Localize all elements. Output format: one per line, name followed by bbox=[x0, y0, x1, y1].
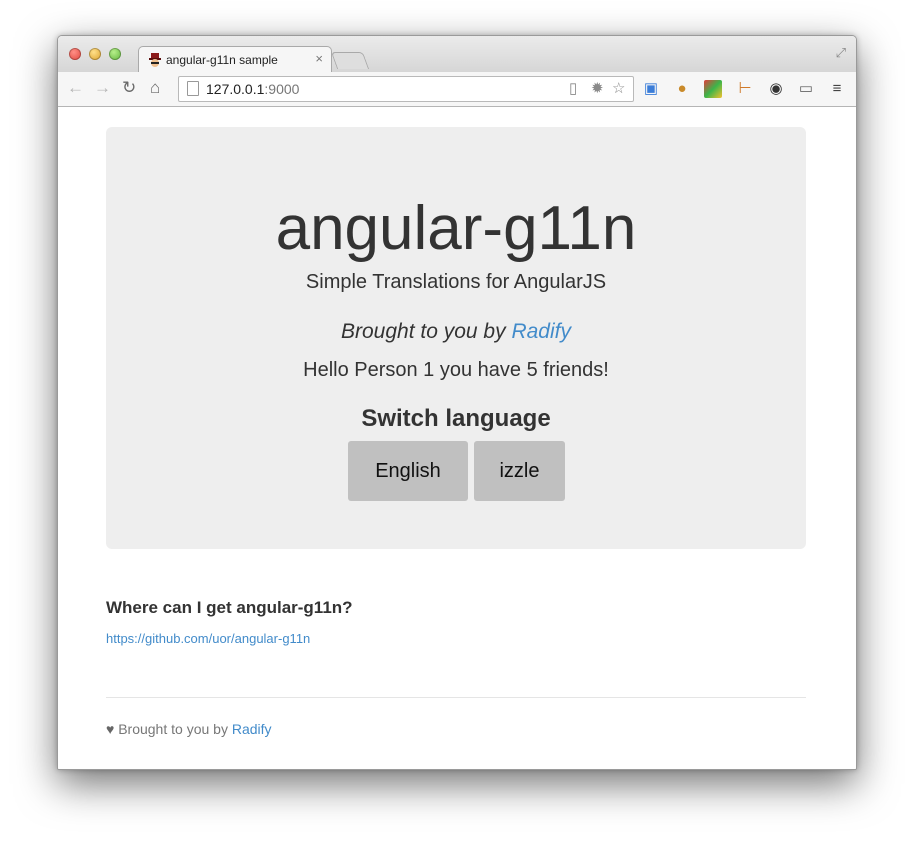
brought-prefix: Brought to you by bbox=[341, 320, 506, 343]
page-title: angular-g11n bbox=[275, 194, 637, 263]
tab-favicon-icon bbox=[149, 53, 161, 67]
english-button[interactable]: English bbox=[348, 441, 468, 501]
minimize-window-button[interactable] bbox=[89, 48, 101, 60]
home-icon[interactable]: ⌂ bbox=[150, 78, 160, 98]
close-window-button[interactable] bbox=[69, 48, 81, 60]
browser-toolbar: ← → ↻ ⌂ 127.0.0.1:9000 ▯ ✹ ☆ ▣ ● ⊢ ◉ ▭ ≡ bbox=[58, 72, 856, 107]
extension-window-icon[interactable]: ▣ bbox=[642, 80, 660, 98]
tab-title: angular-g11n sample bbox=[166, 53, 278, 67]
url-text[interactable]: 127.0.0.1:9000 bbox=[206, 81, 299, 97]
radify-link[interactable]: Radify bbox=[511, 320, 571, 343]
footer-radify-link[interactable]: Radify bbox=[232, 721, 272, 737]
title-bar: angular-g11n sample × ⤢ bbox=[58, 36, 856, 74]
page-viewport: angular-g11n Simple Translations for Ang… bbox=[58, 107, 856, 769]
page-subtitle: Simple Translations for AngularJS bbox=[305, 271, 607, 293]
izzle-button[interactable]: izzle bbox=[474, 441, 565, 501]
footer-prefix: Brought to you by bbox=[118, 721, 228, 737]
zoom-window-button[interactable] bbox=[109, 48, 121, 60]
reload-icon[interactable]: ↻ bbox=[122, 78, 136, 98]
jumbotron: angular-g11n Simple Translations for Ang… bbox=[106, 127, 806, 549]
cookie-extension-icon[interactable]: ● bbox=[673, 80, 691, 98]
browser-window: angular-g11n sample × ⤢ ← → ↻ ⌂ 127.0.0.… bbox=[57, 35, 857, 770]
mask-extension-icon[interactable]: ◉ bbox=[767, 80, 785, 98]
cast-icon[interactable]: ▭ bbox=[797, 80, 815, 98]
back-icon[interactable]: ← bbox=[67, 78, 84, 98]
footer-divider bbox=[106, 697, 806, 698]
new-tab-button[interactable] bbox=[330, 52, 370, 69]
color-picker-extension-icon[interactable] bbox=[704, 80, 722, 98]
browser-tab[interactable]: angular-g11n sample × bbox=[138, 46, 332, 74]
fullscreen-icon[interactable]: ⤢ bbox=[836, 45, 846, 61]
github-repo-link[interactable]: https://github.com/uor/angular-g11n bbox=[106, 631, 310, 646]
forward-icon[interactable]: → bbox=[94, 78, 111, 98]
url-port: :9000 bbox=[264, 81, 300, 97]
where-heading: Where can I get angular-g11n? bbox=[106, 598, 353, 617]
brought-to-you-line: Brought to you by Radify bbox=[106, 320, 806, 344]
greeting-text: Hello Person 1 you have 5 friends! bbox=[303, 359, 609, 381]
footer: ♥ Brought to you by Radify bbox=[106, 721, 272, 737]
settings-gear-icon[interactable]: ✹ bbox=[591, 79, 604, 97]
tab-close-icon[interactable]: × bbox=[315, 51, 323, 66]
switch-language-heading: Switch language bbox=[361, 405, 551, 432]
address-bar[interactable]: 127.0.0.1:9000 ▯ ✹ ☆ bbox=[178, 76, 634, 102]
page-icon bbox=[187, 81, 199, 96]
heart-icon: ♥ bbox=[106, 721, 115, 737]
menu-icon[interactable]: ≡ bbox=[828, 80, 846, 98]
ruler-extension-icon[interactable]: ⊢ bbox=[736, 80, 754, 98]
device-mode-icon[interactable]: ▯ bbox=[569, 79, 577, 97]
bookmark-star-icon[interactable]: ☆ bbox=[612, 79, 625, 97]
url-host: 127.0.0.1 bbox=[206, 81, 265, 97]
